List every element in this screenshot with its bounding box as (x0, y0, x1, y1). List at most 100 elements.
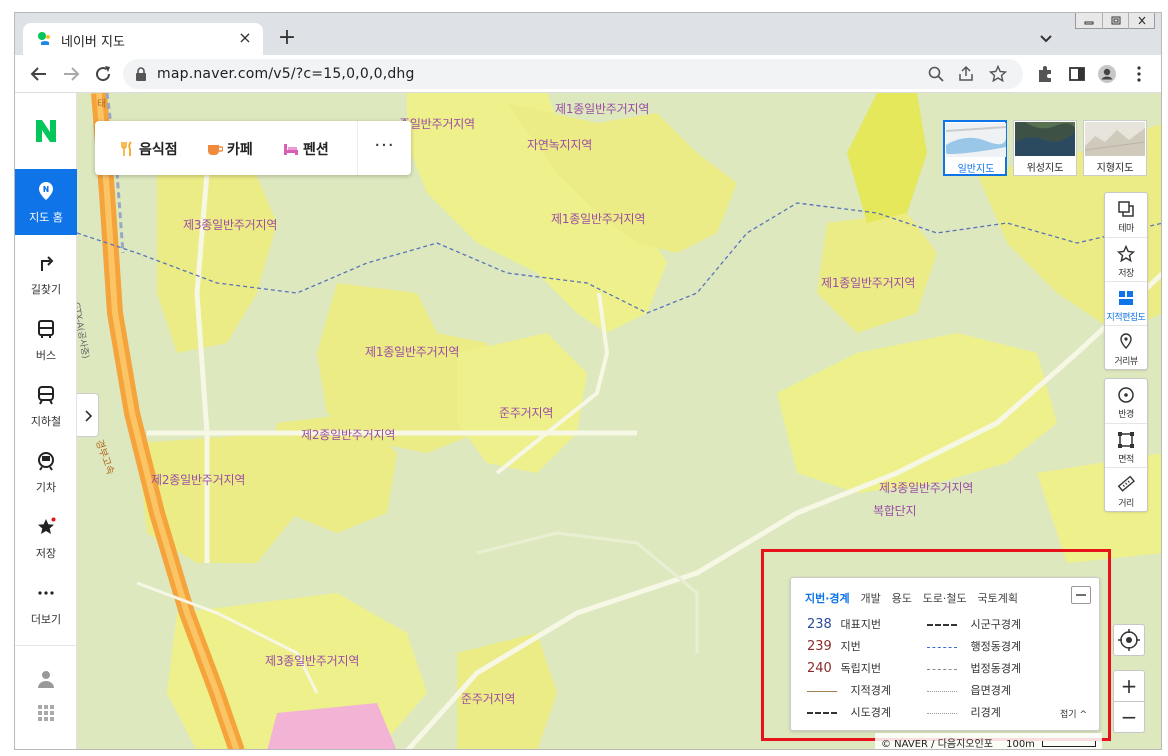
user-avatar-icon[interactable] (36, 669, 56, 689)
zoom-in-button[interactable]: + (1113, 670, 1145, 702)
sidebar-item-bus[interactable]: 버스 (15, 307, 77, 373)
sidebar-item-more[interactable]: 더보기 (15, 571, 77, 637)
measure-tools-group: 반경 면적 거리 (1104, 378, 1148, 512)
zone-label: 제1종일반주거지역 (365, 345, 460, 359)
tab-close-button[interactable]: × (235, 28, 255, 48)
forward-arrow-icon[interactable] (59, 62, 83, 86)
more-icon (38, 591, 54, 595)
zoom-out-button[interactable]: − (1113, 701, 1145, 733)
bus-icon (38, 320, 54, 338)
zone-label: 준주거지역 (499, 406, 554, 420)
tab-search-chevron-icon[interactable] (1035, 27, 1057, 49)
tool-save-button[interactable]: 저장 (1105, 237, 1147, 281)
zone-label: 제2종일반주거지역 (301, 428, 396, 442)
tool-radius-button[interactable]: 반경 (1105, 379, 1147, 423)
subway-icon (38, 386, 54, 405)
naver-map-page: 종일반주거지역 제1종일반주거지역 자연녹지지역 제3종일반주거지역 제1종일반… (15, 93, 1161, 749)
browser-menu-kebab-icon[interactable] (1129, 64, 1149, 84)
tool-streetview-button[interactable]: 거리뷰 (1105, 325, 1147, 369)
reload-icon[interactable] (91, 62, 115, 86)
maptype-general-button[interactable]: 일반지도 (943, 120, 1007, 176)
directions-icon (41, 256, 54, 271)
sidebar-item-directions[interactable]: 길찾기 (15, 241, 77, 307)
star-outline-icon (1117, 245, 1135, 263)
left-sidebar: 지도 홈 길찾기 버스 지하철 기차 저장 더보기 (15, 93, 77, 749)
ruler-icon (1117, 475, 1135, 492)
profile-avatar-icon[interactable] (1097, 64, 1117, 84)
sidebar-item-label: 버스 (35, 349, 57, 362)
tool-area-button[interactable]: 면적 (1105, 423, 1147, 467)
url-text: map.naver.com/v5/?c=15,0,0,0,dhg (157, 66, 415, 82)
minimize-icon (1084, 21, 1094, 25)
sidebar-item-label: 기차 (35, 481, 57, 494)
copyright-text[interactable]: © NAVER / 다음지오인포 (881, 739, 993, 749)
bed-icon (284, 144, 298, 155)
minimize-window-button[interactable] (1076, 13, 1102, 29)
sidebar-item-label: 지도 홈 (29, 211, 63, 224)
sidebar-item-map-home[interactable]: 지도 홈 (15, 169, 77, 235)
tool-distance-button[interactable]: 거리 (1105, 467, 1147, 511)
tool-label: 반경 (1118, 410, 1134, 420)
scale-bar-line (1042, 741, 1097, 747)
radius-icon (1118, 387, 1134, 403)
category-label: 음식점 (139, 142, 178, 158)
crosshair-icon (1118, 629, 1140, 651)
naver-map-favicon-icon (38, 32, 50, 45)
map-footer: © NAVER / 다음지오인포 100m (875, 733, 1103, 749)
maptype-label: 위성지도 (1026, 163, 1064, 174)
naver-logo[interactable] (15, 93, 77, 169)
category-restaurant-button[interactable]: 음식점 (119, 139, 178, 159)
tool-label: 테마 (1118, 224, 1134, 234)
side-panel-icon[interactable] (1067, 64, 1087, 84)
zone-label: 자연녹지지역 (527, 138, 593, 152)
maptype-label: 지형지도 (1096, 163, 1134, 174)
zone-label: 제2종일반주거지역 (151, 473, 246, 487)
zone-label: 제1종일반주거지역 (555, 102, 650, 116)
tool-label: 저장 (1118, 269, 1134, 279)
category-more-button[interactable]: ··· (357, 121, 411, 175)
sidebar-item-train[interactable]: 기차 (15, 439, 77, 505)
restore-window-button[interactable] (1102, 13, 1128, 29)
zoom-magnifier-icon[interactable] (927, 65, 945, 83)
tool-theme-button[interactable]: 테마 (1105, 193, 1147, 237)
map-pin-icon (39, 182, 53, 200)
my-location-button[interactable] (1113, 624, 1145, 656)
maptype-satellite-button[interactable]: 위성지도 (1013, 120, 1077, 176)
sidebar-item-label: 지하철 (30, 415, 62, 428)
zone-label: 복합단지 (873, 504, 917, 518)
road-label: 태 (97, 99, 106, 110)
tool-label: 거리 (1118, 499, 1134, 509)
close-icon (1138, 16, 1146, 25)
tab-strip: 네이버 지도 × + (15, 13, 1161, 55)
panel-expand-button[interactable] (77, 393, 99, 437)
lock-icon (136, 67, 146, 81)
general-map-thumbnail (946, 123, 1006, 157)
sidebar-item-label: 더보기 (30, 613, 62, 626)
train-icon (38, 452, 54, 471)
share-icon[interactable] (957, 65, 975, 83)
tab-title: 네이버 지도 (61, 35, 125, 50)
maptype-terrain-button[interactable]: 지형지도 (1083, 120, 1147, 176)
restaurant-icon (121, 141, 132, 156)
close-window-button[interactable] (1128, 13, 1154, 29)
extensions-puzzle-icon[interactable] (1035, 64, 1055, 84)
sidebar-item-subway[interactable]: 지하철 (15, 373, 77, 439)
tool-label: 면적 (1118, 455, 1134, 465)
bookmark-star-icon[interactable] (989, 65, 1007, 83)
category-chip-bar: 음식점 카페 펜션 ··· (95, 121, 411, 175)
tool-label: 지적편집도 (1106, 313, 1146, 323)
streetview-icon (1120, 333, 1132, 349)
category-cafe-button[interactable]: 카페 (207, 139, 253, 159)
browser-tab[interactable]: 네이버 지도 × (23, 23, 263, 55)
address-bar[interactable]: map.naver.com/v5/?c=15,0,0,0,dhg (123, 59, 1023, 89)
category-pension-button[interactable]: 펜션 (283, 139, 329, 159)
back-arrow-icon[interactable] (27, 62, 51, 86)
app-grid-icon[interactable] (38, 705, 54, 721)
new-tab-button[interactable]: + (273, 25, 301, 53)
area-icon (1118, 432, 1134, 448)
window-controls (1075, 13, 1155, 29)
tool-cadastral-button[interactable]: 지적편집도 (1105, 281, 1147, 325)
sidebar-item-saved[interactable]: 저장 (15, 505, 77, 571)
chevron-right-icon (85, 410, 93, 422)
zone-label: 제1종일반주거지역 (551, 212, 646, 226)
